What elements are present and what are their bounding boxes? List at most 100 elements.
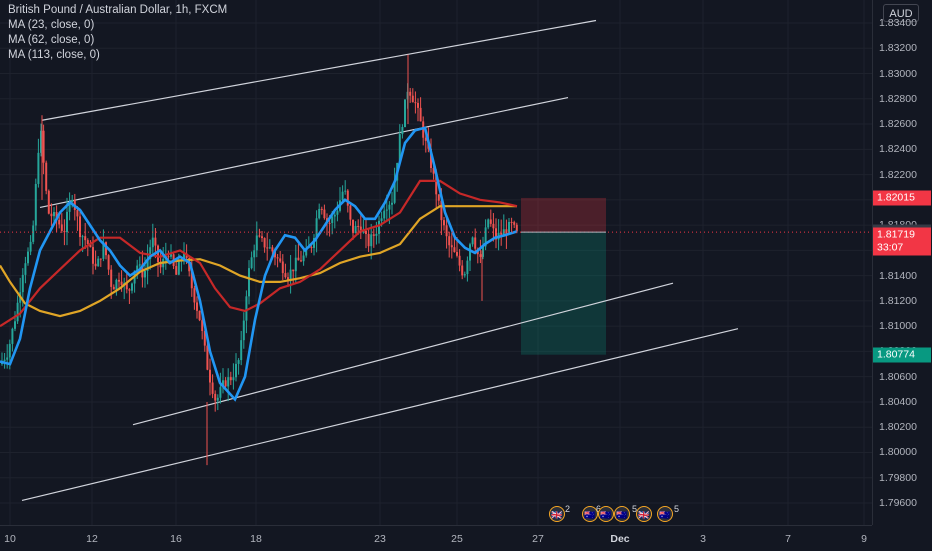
candle-body [349, 205, 352, 220]
candle-body [47, 190, 50, 214]
candle-body [344, 190, 347, 192]
price-label: 33:07 [873, 240, 931, 256]
price-tick: 1.81200 [879, 294, 917, 307]
position-zones[interactable] [521, 197, 606, 355]
candle-body [352, 219, 354, 234]
candle-body [370, 234, 373, 247]
candle-body [50, 213, 53, 217]
candle-body [510, 221, 513, 223]
ma113-legend[interactable]: MA (113, close, 0) [8, 48, 227, 63]
candle-body [318, 208, 321, 219]
candle-body [242, 320, 245, 341]
candle-body [419, 107, 422, 122]
candle-body [94, 263, 97, 267]
candle-body [443, 220, 445, 226]
time-tick: 25 [451, 533, 463, 545]
candle-body [157, 245, 159, 263]
time-tick: 7 [785, 533, 791, 545]
candle-body [193, 288, 196, 303]
candle-body [219, 387, 222, 398]
candle-body [16, 302, 19, 322]
price-tick: 1.83200 [879, 42, 917, 55]
price-tick: 1.83400 [879, 17, 917, 29]
candle-body [380, 218, 383, 221]
candle-body [453, 247, 456, 253]
candle-body [328, 222, 331, 224]
price-tick: 1.81400 [879, 269, 917, 282]
time-tick: 12 [86, 533, 98, 545]
candle-body [292, 269, 295, 272]
stop-loss-zone [521, 197, 606, 233]
price-label: 1.82015 [873, 190, 931, 206]
uk-flag-icon[interactable]: 🇬🇧 [549, 506, 565, 522]
candle-body [450, 245, 453, 248]
price-tick: 1.82200 [879, 168, 917, 181]
price-tick: 1.80600 [879, 370, 917, 383]
candle-body [214, 393, 217, 401]
candle-body [34, 183, 37, 226]
uk-flag-icon[interactable]: 🇬🇧 [636, 506, 652, 522]
candle-body [151, 237, 154, 248]
candle-body [383, 210, 386, 219]
candle-body [375, 233, 378, 236]
candle-body [250, 257, 253, 269]
time-axis[interactable]: 10 12 16 18 23 25 27 Dec 3 7 9 [0, 525, 872, 551]
candle-body [297, 257, 300, 261]
candle-body [463, 274, 466, 276]
candle-body [263, 238, 266, 248]
candle-body [3, 359, 6, 362]
candle-body [224, 380, 227, 387]
candle-body [469, 244, 471, 261]
au-flag-icon[interactable]: 🇦🇺 [598, 506, 614, 522]
legend: British Pound / Australian Dollar, 1h, F… [8, 3, 227, 63]
candle-body [237, 360, 240, 364]
candle-body [471, 237, 474, 245]
time-tick: 16 [170, 533, 182, 545]
time-tick: 3 [700, 533, 706, 545]
candle-body [79, 216, 81, 238]
price-tick: 1.82800 [879, 92, 917, 105]
price-chart[interactable] [0, 0, 872, 525]
symbol-title[interactable]: British Pound / Australian Dollar, 1h, F… [8, 3, 227, 18]
candle-body [500, 232, 503, 235]
candle-body [177, 261, 180, 275]
candle-body [232, 377, 235, 381]
candle-body [458, 255, 461, 266]
chart-area[interactable]: British Pound / Australian Dollar, 1h, F… [0, 0, 872, 525]
candle-body [357, 226, 360, 228]
time-tick: 23 [374, 533, 386, 545]
candle-body [154, 237, 157, 246]
au-flag-icon[interactable]: 🇦🇺 [614, 506, 630, 522]
candle-body [320, 208, 323, 210]
price-tick: 1.80000 [879, 446, 917, 459]
candle-body [24, 263, 27, 275]
candle-body [341, 191, 344, 201]
ma23-legend[interactable]: MA (23, close, 0) [8, 18, 227, 33]
grid [0, 0, 872, 525]
candle-body [492, 223, 495, 229]
candle-body [445, 225, 448, 237]
price-tick: 1.82600 [879, 118, 917, 131]
price-tick: 1.81000 [879, 320, 917, 333]
price-tick: 1.80200 [879, 421, 917, 434]
price-label: 1.80774 [873, 347, 931, 363]
candle-body [513, 222, 516, 225]
candle-body [14, 321, 16, 329]
candle-body [110, 269, 113, 287]
price-tick: 1.79600 [879, 497, 917, 509]
candle-body [86, 240, 89, 245]
candle-body [216, 397, 219, 401]
candle-body [489, 219, 492, 224]
candle-body [437, 194, 440, 201]
au-flag-icon[interactable]: 🇦🇺 [657, 506, 673, 522]
price-axis[interactable]: AUD 1.83400 1.83200 1.83000 1.82800 1.82600 1… [872, 0, 932, 525]
candle-body [167, 256, 170, 258]
candle-body [6, 357, 9, 360]
candle-body [310, 247, 313, 249]
candle-body [229, 377, 232, 381]
ma62-legend[interactable]: MA (62, close, 0) [8, 33, 227, 48]
candle-body [138, 264, 141, 266]
candle-body [378, 220, 380, 234]
candle-body [245, 296, 248, 321]
candle-body [367, 234, 370, 247]
